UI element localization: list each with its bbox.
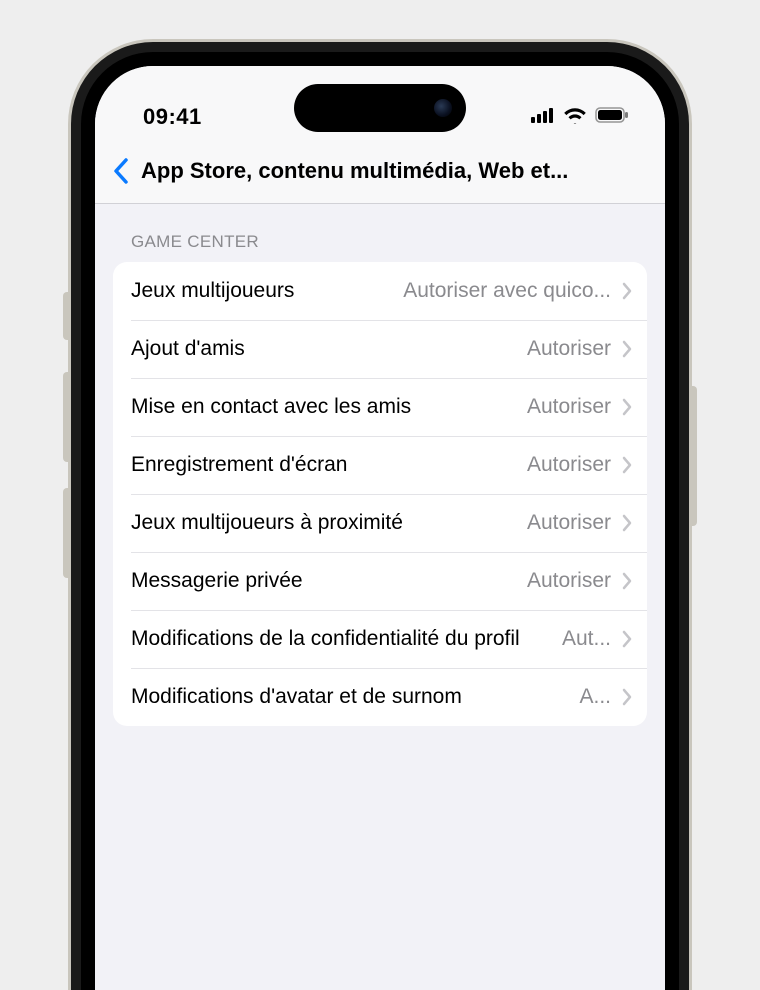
wifi-icon — [563, 106, 587, 129]
volume-down-button — [63, 488, 71, 578]
row-nearby-multiplayer[interactable]: Jeux multijoueurs à proximité Autoriser — [113, 494, 647, 552]
phone-bezel: 09:41 App Store, contenu — [81, 52, 679, 990]
chevron-right-icon — [621, 571, 633, 591]
row-value: Aut... — [562, 627, 611, 651]
row-value: Autoriser — [527, 569, 611, 593]
chevron-right-icon — [621, 281, 633, 301]
row-value: Autoriser — [527, 453, 611, 477]
row-label: Modifications de la confidentialité du p… — [131, 626, 520, 652]
status-icons — [531, 106, 629, 129]
row-value: Autoriser — [527, 337, 611, 361]
dynamic-island — [294, 84, 466, 132]
row-private-messaging[interactable]: Messagerie privée Autoriser — [113, 552, 647, 610]
chevron-right-icon — [621, 513, 633, 533]
status-time: 09:41 — [143, 104, 202, 130]
row-label: Ajout d'amis — [131, 336, 245, 362]
phone-frame: 09:41 App Store, contenu — [71, 42, 689, 990]
navigation-bar: App Store, contenu multimédia, Web et... — [95, 144, 665, 204]
row-value: Autoriser — [527, 395, 611, 419]
row-avatar-nickname-changes[interactable]: Modifications d'avatar et de surnom A... — [113, 668, 647, 726]
battery-icon — [595, 107, 629, 128]
chevron-right-icon — [621, 629, 633, 649]
front-camera — [434, 99, 452, 117]
cellular-icon — [531, 107, 555, 128]
back-button[interactable] — [107, 151, 135, 191]
row-label: Modifications d'avatar et de surnom — [131, 684, 462, 710]
row-value: Autoriser — [527, 511, 611, 535]
row-value: A... — [579, 685, 611, 709]
power-button — [689, 386, 697, 526]
row-label: Mise en contact avec les amis — [131, 394, 411, 420]
content-area: GAME CENTER Jeux multijoueurs Autoriser … — [95, 204, 665, 726]
section-header-game-center: GAME CENTER — [113, 232, 647, 262]
row-label: Jeux multijoueurs à proximité — [131, 510, 403, 536]
page-title: App Store, contenu multimédia, Web et... — [135, 158, 653, 184]
row-label: Messagerie privée — [131, 568, 303, 594]
chevron-left-icon — [113, 158, 129, 184]
row-label: Enregistrement d'écran — [131, 452, 347, 478]
row-multiplayer-games[interactable]: Jeux multijoueurs Autoriser avec quico..… — [113, 262, 647, 320]
row-profile-privacy-changes[interactable]: Modifications de la confidentialité du p… — [113, 610, 647, 668]
row-screen-recording[interactable]: Enregistrement d'écran Autoriser — [113, 436, 647, 494]
chevron-right-icon — [621, 397, 633, 417]
silence-switch — [63, 292, 71, 340]
row-connect-with-friends[interactable]: Mise en contact avec les amis Autoriser — [113, 378, 647, 436]
settings-group-game-center: Jeux multijoueurs Autoriser avec quico..… — [113, 262, 647, 726]
row-value: Autoriser avec quico... — [403, 279, 611, 303]
row-adding-friends[interactable]: Ajout d'amis Autoriser — [113, 320, 647, 378]
screen: 09:41 App Store, contenu — [95, 66, 665, 990]
volume-up-button — [63, 372, 71, 462]
chevron-right-icon — [621, 687, 633, 707]
chevron-right-icon — [621, 339, 633, 359]
row-label: Jeux multijoueurs — [131, 278, 294, 304]
chevron-right-icon — [621, 455, 633, 475]
